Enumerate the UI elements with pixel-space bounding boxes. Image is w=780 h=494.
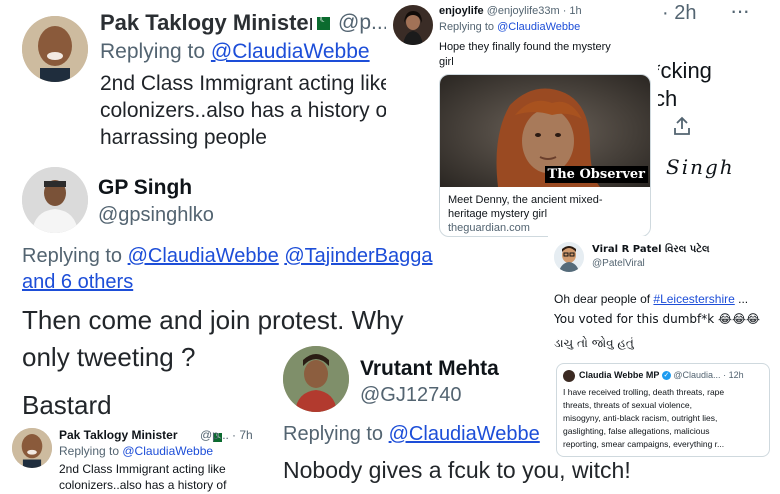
avatar[interactable] [12,428,52,468]
reply-context: Replying to @ClaudiaWebbe @TajinderBagga… [22,243,452,295]
reply-label: Replying to [100,40,211,63]
reply-label: Replying to [283,423,389,445]
reply-mention-link[interactable]: @TajinderBagga [284,245,432,267]
reply-context: Replying to @ClaudiaWebbe [100,40,370,64]
reply-label: Replying to [59,444,123,458]
display-name[interactable]: Pak Taklogy Minister [100,10,317,36]
avatar [563,370,575,382]
tweet-text: 2nd Class Immigrant acting like colonize… [59,461,226,493]
tweet-bg-time: · 2h [662,2,697,24]
handle[interactable]: @GJ12740 [360,384,461,407]
tweet-text-line: colonizers..also has a history of [100,99,393,122]
link-card-image: The Observer [440,75,650,187]
handle[interactable]: @PatelViral [592,258,645,269]
reply-others-link[interactable]: and 6 others [22,271,133,293]
avatar[interactable] [283,346,349,412]
link-card[interactable]: The Observer Meet Denny, the ancient mix… [439,74,651,237]
tweet-header: enjoylife @enjoylife33m · 1h [439,5,582,17]
tweet-text-line: Hope they finally found the mystery [439,41,611,53]
avatar[interactable] [554,242,584,272]
link-card-domain: theguardian.com [448,222,530,234]
handle[interactable]: @gpsinghlko [98,204,214,227]
display-name[interactable]: Viral R Patel વિરલ પટેલ [592,244,710,255]
link-card-title: Meet Denny, the ancient mixed- heritage … [448,193,602,221]
display-name[interactable]: Pak Taklogy Minister [59,428,177,442]
display-name[interactable]: GP Singh [98,176,192,200]
verified-badge-icon: ✓ [661,371,671,381]
quote-header: Claudia Webbe MP ✓ @Claudia... · 12h [579,370,744,381]
reply-context: Replying to @ClaudiaWebbe [283,423,540,446]
avatar[interactable] [22,16,88,82]
text-fragment: ... [734,292,749,306]
reply-mention-link[interactable]: @ClaudiaWebbe [389,423,540,445]
tweet-bg-signature: Singh [666,155,735,179]
link-title-line: Meet Denny, the ancient mixed- [448,194,603,206]
display-name: Claudia Webbe MP [579,370,660,380]
tweet-text-line: girl [439,56,454,68]
tweet-text: 2nd Class Immigrant acting like colonize… [100,70,393,151]
handle[interactable]: @enjoylife33m [487,5,560,17]
display-name[interactable]: enjoylife [439,5,484,17]
pakistan-flag-icon [312,14,330,31]
tweet-time[interactable]: · 1h [563,5,582,17]
avatar[interactable] [22,167,88,233]
handle[interactable]: @p... [200,428,229,442]
tweet-text-line: You voted for this dumbf*k 😂😂😂 [554,312,761,326]
image-caption: The Observer [544,166,648,183]
tweet-text-line: Then come and join protest. Why [22,305,404,335]
quote-text-line: I have received trolling, death threats,… [563,387,725,397]
tweet-text-line: 2nd Class Immigrant acting like [100,72,392,95]
tweet-time: · 12h [723,370,744,380]
reply-label: Replying to [22,245,128,267]
quote-text-line: misogyny, anti-black racism, outright li… [563,413,718,423]
quote-tweet[interactable]: Claudia Webbe MP ✓ @Claudia... · 12h I h… [556,363,770,457]
tweet-text: Oh dear people of #Leicestershire ... Yo… [554,289,776,353]
display-name[interactable]: Vrutant Mehta [360,357,499,381]
reply-context: Replying to @ClaudiaWebbe [439,21,580,33]
tweet-bg-text-1: *cking [652,58,712,83]
tweet-text-line: ડાચુ તો જોવુ હતું [554,336,634,350]
reply-mention-link[interactable]: @ClaudiaWebbe [211,40,370,63]
tweet-text-line: Oh dear people of #Leicestershire ... [554,289,776,309]
reply-context: Replying to @ClaudiaWebbe [59,444,213,458]
tweet-text: Hope they finally found the mystery girl [439,40,611,70]
reply-label: Replying to [439,21,498,33]
link-title-line: heritage mystery girl [448,208,548,220]
quote-text: I have received trolling, death threats,… [563,386,767,451]
tweet-text-line: 2nd Class Immigrant acting like [59,462,226,476]
reply-mention-link[interactable]: @ClaudiaWebbe [497,21,580,33]
handle: @Claudia... [673,370,721,380]
hashtag-link[interactable]: #Leicestershire [653,292,734,306]
tweet-text-line: Bastard [22,390,112,420]
text-fragment: Oh dear people of [554,292,654,306]
quote-text-line: threats, threats of sexual violence, [563,400,692,410]
share-icon[interactable] [672,116,692,136]
reply-mention-link[interactable]: @ClaudiaWebbe [122,444,213,458]
tweet-time[interactable]: · 7h [232,428,253,442]
quote-text-line: gaslighting, false allegations, maliciou… [563,426,710,436]
tweet-text-line: harrassing people [100,126,267,149]
reply-mention-link[interactable]: @ClaudiaWebbe [128,245,279,267]
quote-text-line: reporting, smear campaigns, everything r… [563,439,725,449]
tweet-text-line: colonizers..also has a history of [59,478,227,492]
avatar[interactable] [393,5,433,45]
handle[interactable]: @p... [338,11,389,35]
more-options-icon[interactable]: ··· [730,0,750,24]
